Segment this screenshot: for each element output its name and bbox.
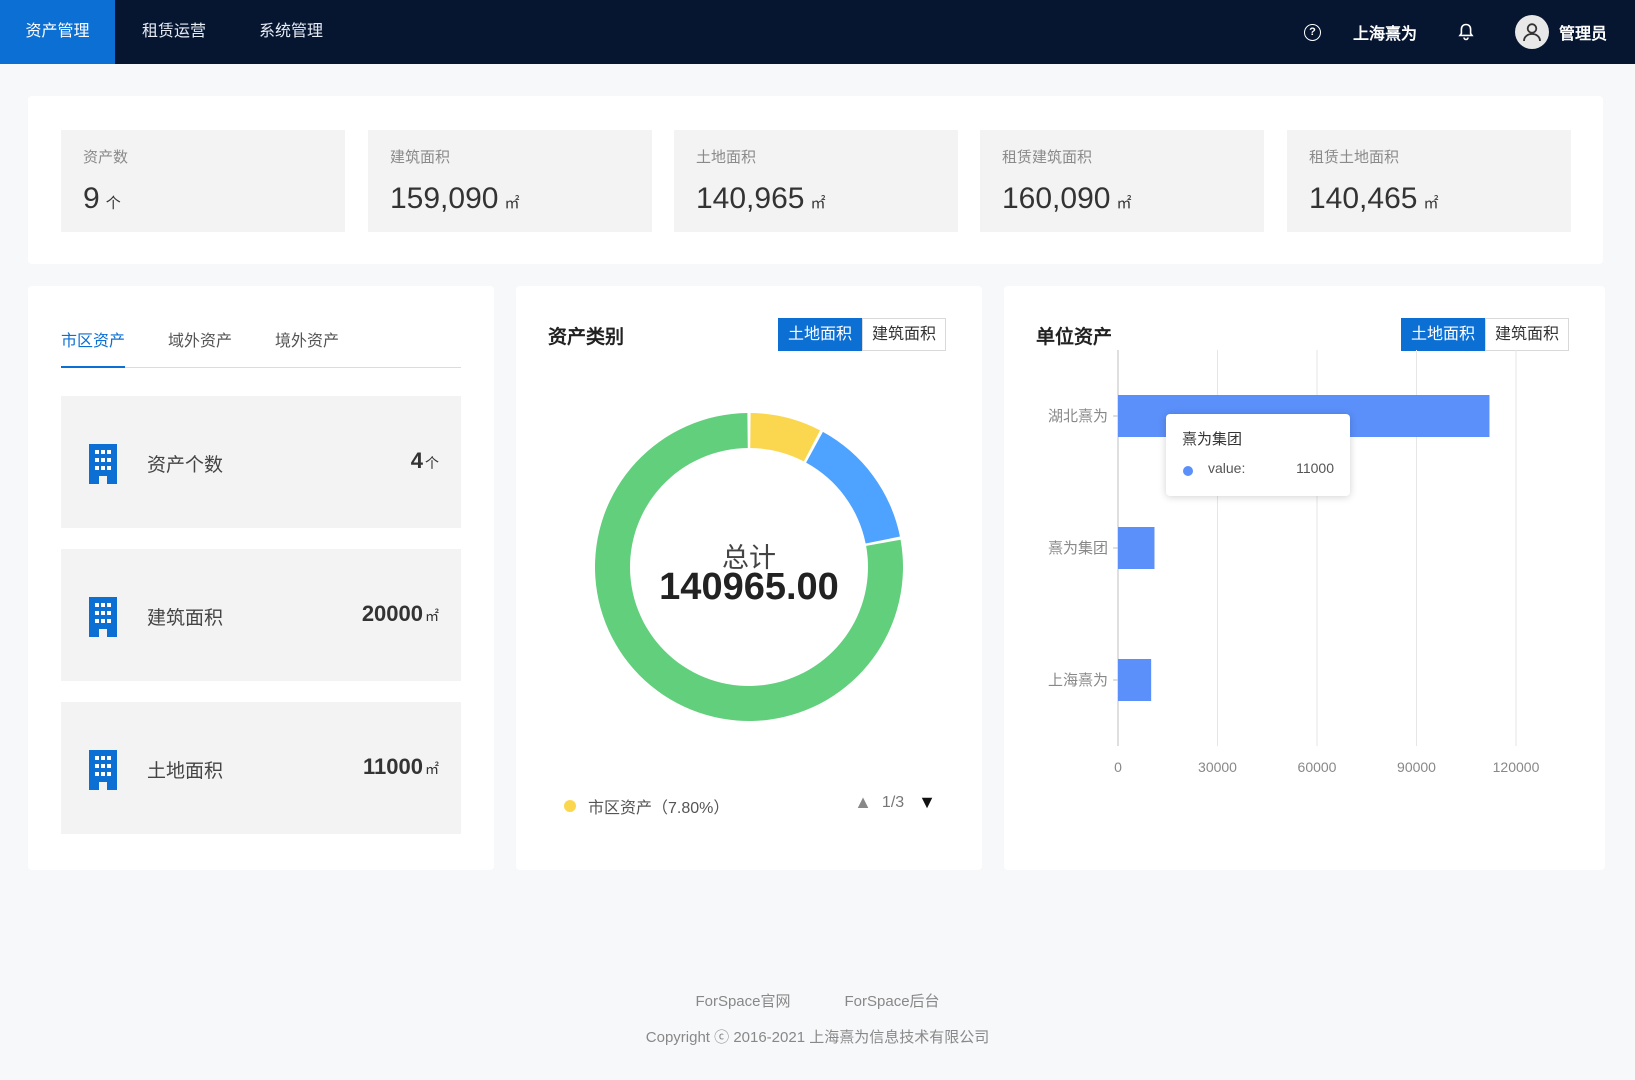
stat-number: 140,465 xyxy=(1309,182,1418,215)
tooltip-title: 熹为集团 xyxy=(1182,431,1243,448)
y-category-label: 熹为集团 xyxy=(1048,540,1108,557)
asset-number: 20000 xyxy=(361,601,423,626)
asset-number: 11000 xyxy=(363,754,423,779)
x-tick-label: 90000 xyxy=(1397,759,1436,775)
footer-link-admin[interactable]: ForSpace后台 xyxy=(845,990,940,1011)
org-switcher[interactable]: 上海熹为 xyxy=(1353,20,1417,44)
stat-value: 140,465 ㎡ xyxy=(1309,182,1438,216)
nav-system-management[interactable]: 系统管理 xyxy=(234,0,348,64)
x-tick-label: 0 xyxy=(1114,759,1122,775)
asset-label: 建筑面积 xyxy=(147,608,224,629)
asset-value: 20000 ㎡ xyxy=(362,601,439,627)
stat-unit: ㎡ xyxy=(810,195,826,212)
asset-region-card: 市区资产 域外资产 境外资产 资产个数 4个 建筑面积 20000 ㎡ 土地面积 … xyxy=(28,286,494,870)
donut-slice-0[interactable] xyxy=(750,413,821,462)
chart-tooltip: 熹为集团 value: 11000 xyxy=(1166,414,1350,496)
stat-number: 160,090 xyxy=(1002,182,1111,215)
stat-label: 资产数 xyxy=(83,149,129,166)
stat-value: 160,090 ㎡ xyxy=(1002,182,1131,216)
footer-link-website[interactable]: ForSpace官网 xyxy=(695,990,790,1011)
stat-leased-land-area: 租赁土地面积 140,465 ㎡ xyxy=(1287,130,1571,232)
bar[interactable] xyxy=(1118,527,1155,569)
tooltip-dot xyxy=(1183,466,1193,476)
top-navbar: 资产管理 租赁运营 系统管理 ? 上海熹为 管理员 xyxy=(0,0,1635,64)
triangle-down-icon[interactable]: ▼ xyxy=(918,792,936,813)
donut-slice-1[interactable] xyxy=(806,431,900,544)
area-type-toggle: 土地面积 建筑面积 xyxy=(778,318,946,351)
user-icon[interactable] xyxy=(1514,15,1549,49)
stat-unit: ㎡ xyxy=(1423,195,1439,212)
asset-label: 土地面积 xyxy=(147,761,224,782)
y-category-label: 上海熹为 xyxy=(1048,672,1108,689)
stat-value: 140,965 ㎡ xyxy=(696,182,825,216)
stat-label: 土地面积 xyxy=(696,149,757,166)
building-icon xyxy=(89,750,117,790)
user-name[interactable]: 管理员 xyxy=(1559,20,1607,44)
tooltip-key: value: xyxy=(1208,460,1246,476)
unit-bar-chart: 0 30000 60000 90000 120000 湖北熹为熹为集团上海熹为 xyxy=(1048,350,1540,775)
stat-label: 建筑面积 xyxy=(390,149,451,166)
stat-label: 租赁建筑面积 xyxy=(1002,149,1093,166)
stat-value: 9个 xyxy=(83,182,121,216)
stat-value: 159,090 ㎡ xyxy=(390,182,519,216)
footer-links: ForSpace官网 ForSpace后台 xyxy=(0,990,1635,1011)
tab-outer-region-assets[interactable]: 域外资产 xyxy=(168,330,232,368)
donut-center-value: 140965.00 xyxy=(659,566,839,608)
stat-unit: 个 xyxy=(105,195,121,212)
asset-building-area-box: 建筑面积 20000 ㎡ xyxy=(61,549,461,681)
x-tick-label: 60000 xyxy=(1298,759,1337,775)
stat-unit: ㎡ xyxy=(504,195,520,212)
stat-land-area: 土地面积 140,965 ㎡ xyxy=(674,130,958,232)
asset-count-box: 资产个数 4个 xyxy=(61,396,461,528)
tab-urban-assets[interactable]: 市区资产 xyxy=(61,330,126,368)
question-circle-icon[interactable]: ? xyxy=(1303,23,1321,41)
stat-building-area: 建筑面积 159,090 ㎡ xyxy=(368,130,652,232)
asset-value: 4个 xyxy=(411,448,439,474)
triangle-up-icon[interactable]: ▲ xyxy=(854,792,872,813)
stat-number: 140,965 xyxy=(696,182,805,215)
legend-dot xyxy=(564,800,576,812)
tooltip-value: 11000 xyxy=(1296,460,1334,476)
unit-assets-card: 单位资产 土地面积 建筑面积 0 30000 60000 90000 120000 湖北熹… xyxy=(1004,286,1605,870)
asset-unit: ㎡ xyxy=(425,761,439,777)
stat-number: 159,090 xyxy=(390,182,499,215)
legend-label: 市区资产（7.80%） xyxy=(588,800,730,817)
main-nav: 资产管理 租赁运营 系统管理 xyxy=(0,0,348,64)
summary-card: 资产数 9个 建筑面积 159,090 ㎡ 土地面积 140,965 ㎡ 租赁建筑面… xyxy=(28,96,1603,264)
asset-value: 11000 ㎡ xyxy=(363,754,439,780)
asset-label: 资产个数 xyxy=(147,455,224,476)
stat-leased-building-area: 租赁建筑面积 160,090 ㎡ xyxy=(980,130,1264,232)
bell-icon[interactable] xyxy=(1457,23,1475,41)
legend-pager: ▲ 1/3 ▼ xyxy=(854,792,936,813)
x-tick-label: 120000 xyxy=(1493,759,1540,775)
donut-legend[interactable]: 市区资产（7.80%） xyxy=(564,794,729,818)
stat-asset-count: 资产数 9个 xyxy=(61,130,345,232)
stat-number: 9 xyxy=(83,182,100,215)
toggle-land-area[interactable]: 土地面积 xyxy=(778,318,862,351)
y-category-label: 湖北熹为 xyxy=(1048,408,1108,425)
stat-unit: ㎡ xyxy=(1116,195,1132,212)
bar[interactable] xyxy=(1118,659,1152,701)
asset-unit: 个 xyxy=(425,455,439,471)
stat-label: 租赁土地面积 xyxy=(1309,149,1400,166)
asset-category-card: 资产类别 土地面积 建筑面积 总计 140965.00 市区资产（7.80%） … xyxy=(516,286,982,870)
region-tabs: 市区资产 域外资产 境外资产 xyxy=(61,330,461,368)
pager-page: 1/3 xyxy=(881,793,905,811)
nav-asset-management[interactable]: 资产管理 xyxy=(0,0,115,64)
asset-unit: ㎡ xyxy=(425,608,439,624)
tab-overseas-assets[interactable]: 境外资产 xyxy=(275,330,339,368)
toggle-building-area[interactable]: 建筑面积 xyxy=(862,318,946,351)
building-icon xyxy=(89,444,117,484)
building-icon xyxy=(89,597,117,637)
header-actions: ? 上海熹为 管理员 xyxy=(1303,0,1607,64)
footer-copyright: Copyright ⓒ 2016-2021 上海熹为信息技术有限公司 xyxy=(645,1029,990,1046)
asset-land-area-box: 土地面积 11000 ㎡ xyxy=(61,702,461,834)
x-tick-label: 30000 xyxy=(1198,759,1237,775)
nav-leasing-operation[interactable]: 租赁运营 xyxy=(117,0,231,64)
asset-number: 4 xyxy=(410,448,423,473)
panel-title: 资产类别 xyxy=(548,327,625,348)
